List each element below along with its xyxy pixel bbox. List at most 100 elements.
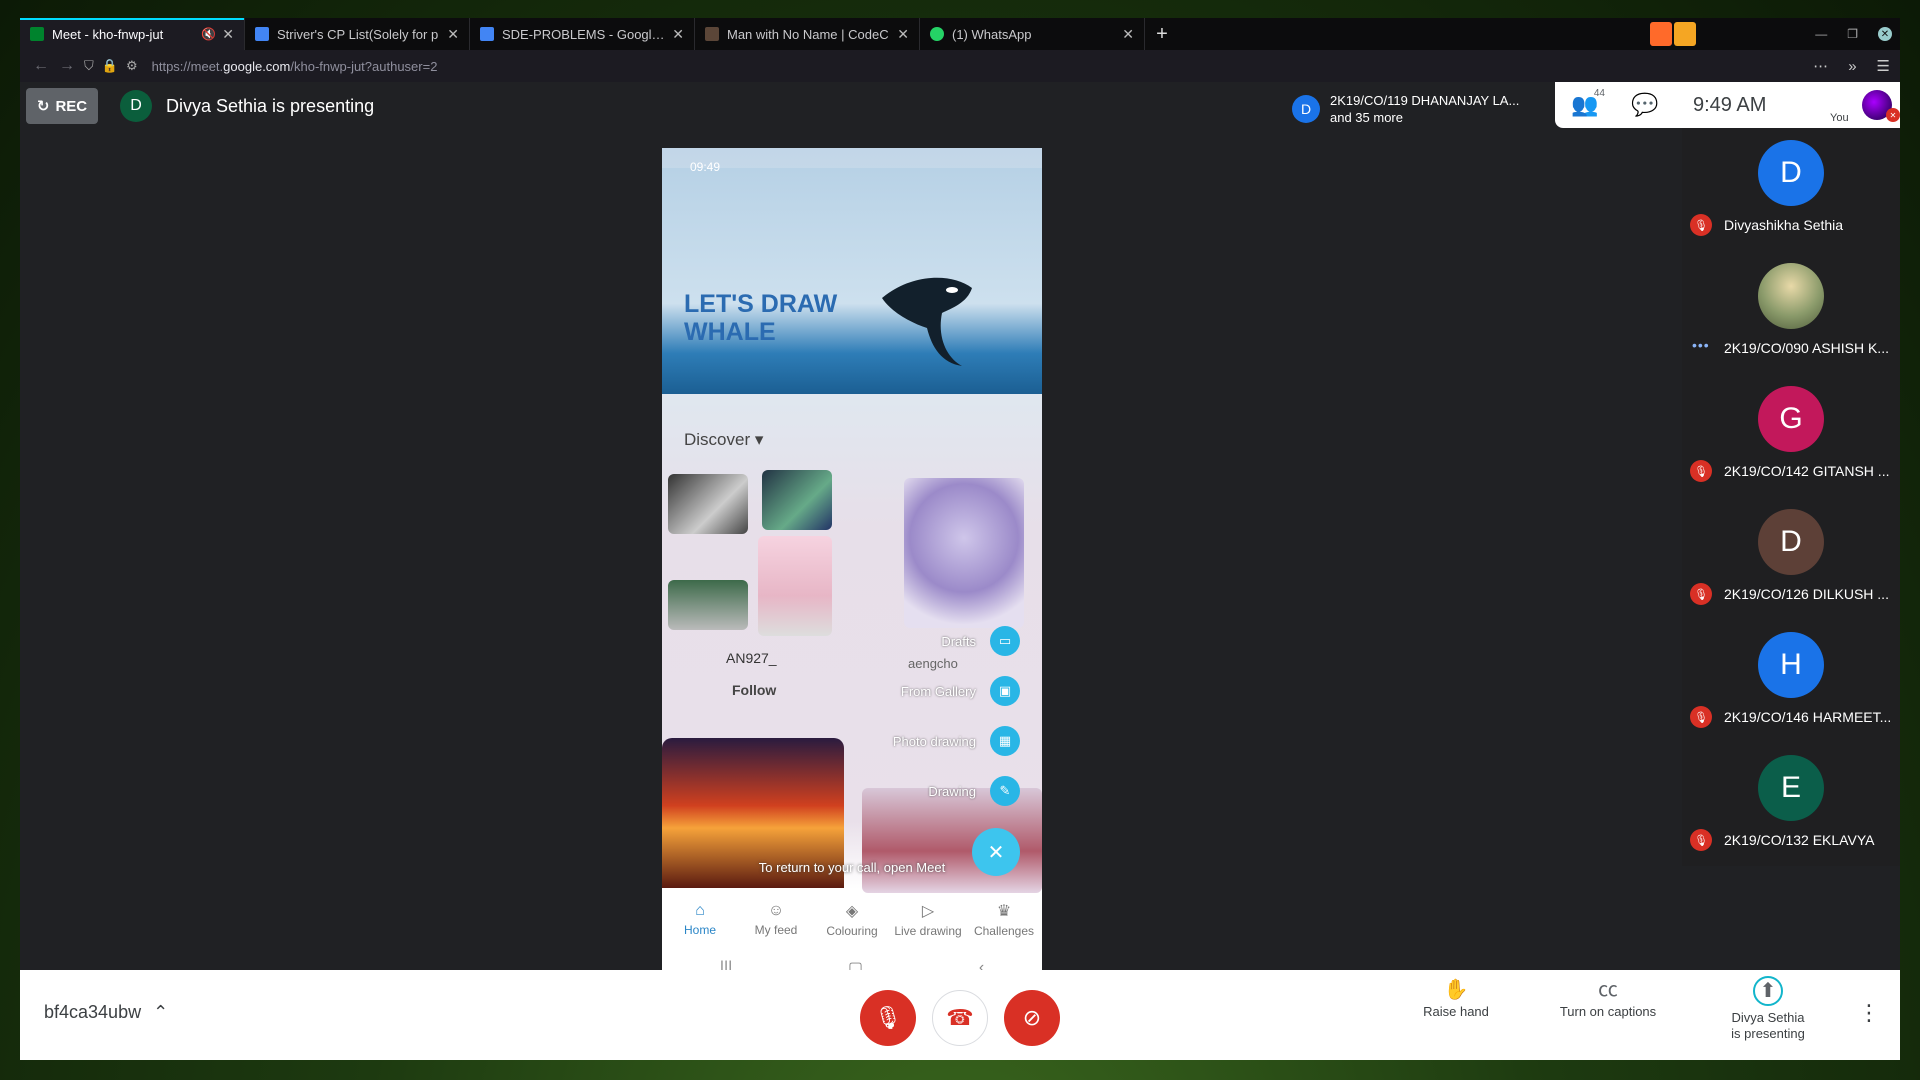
- mic-off-icon: 🎙: [1690, 214, 1712, 236]
- camera-sharing-icon[interactable]: [1650, 22, 1672, 46]
- nav-colouring[interactable]: ◈ Colouring: [814, 893, 890, 945]
- nav-home[interactable]: ⌂ Home: [662, 893, 738, 945]
- speaking-indicator-icon: •••: [1692, 337, 1710, 353]
- close-tab-icon[interactable]: ✕: [222, 26, 234, 43]
- raise-hand-button[interactable]: ✋ Raise hand: [1396, 979, 1516, 1020]
- hand-icon: ✋: [1443, 979, 1469, 1001]
- participant-avatar: G: [1758, 386, 1824, 452]
- tab-title: SDE-PROBLEMS - Google D: [502, 26, 667, 42]
- mute-tab-icon[interactable]: 🔇: [201, 27, 216, 41]
- tab-strivers-list[interactable]: Striver's CP List(Solely for p ✕: [245, 18, 470, 50]
- participant-name: 2K19/CO/146 HARMEET...: [1724, 709, 1892, 725]
- presenting-line1: Divya Sethia: [1731, 1010, 1805, 1025]
- tab-whatsapp[interactable]: (1) WhatsApp ✕: [920, 18, 1145, 50]
- presenting-text: Divya Sethia is presenting: [166, 95, 375, 116]
- camera-off-icon: ⊘: [1022, 1005, 1042, 1030]
- artwork-thumbnail[interactable]: [668, 474, 748, 534]
- close-tab-icon[interactable]: ✕: [1122, 26, 1134, 43]
- mic-off-icon: 🎙: [1690, 706, 1712, 728]
- fab-photo-drawing[interactable]: Photo drawing ▦: [893, 726, 1020, 756]
- new-tab-button[interactable]: +: [1145, 18, 1179, 50]
- participant-tile[interactable]: D 🎙 Divyashikha Sethia: [1682, 128, 1900, 251]
- nav-live-drawing[interactable]: ▷ Live drawing: [890, 893, 966, 945]
- tab-title: (1) WhatsApp: [952, 26, 1032, 42]
- more-options-icon[interactable]: ⋮: [1858, 1000, 1880, 1026]
- second-artist-username[interactable]: aengcho: [908, 656, 958, 671]
- mic-sharing-icon[interactable]: [1674, 22, 1696, 46]
- participant-tile[interactable]: G 🎙 2K19/CO/142 GITANSH ...: [1682, 374, 1900, 497]
- chat-icon: 💬: [1631, 92, 1659, 117]
- phone-status-bar: 09:49: [690, 160, 720, 174]
- docs-favicon-icon: [480, 27, 494, 41]
- back-icon[interactable]: ←: [28, 57, 54, 75]
- person-icon: ☺: [767, 901, 785, 919]
- overflow-icon[interactable]: »: [1848, 58, 1856, 75]
- menu-icon[interactable]: ☰: [1877, 57, 1890, 75]
- participant-name: 2K19/CO/126 DILKUSH ...: [1724, 586, 1889, 602]
- chevron-up-icon: ⌃: [153, 1002, 169, 1022]
- participants-chip-line1: 2K19/CO/119 DHANANJAY LA...: [1330, 93, 1520, 108]
- close-tab-icon[interactable]: ✕: [897, 26, 909, 43]
- raise-hand-label: Raise hand: [1423, 1004, 1489, 1019]
- people-count: 44: [1593, 88, 1605, 99]
- close-tab-icon[interactable]: ✕: [447, 26, 459, 43]
- artwork-thumbnail[interactable]: [904, 478, 1024, 628]
- participant-tile[interactable]: D 🎙 2K19/CO/126 DILKUSH ...: [1682, 497, 1900, 620]
- mic-toggle-button[interactable]: 🎙: [860, 990, 916, 1046]
- artwork-thumbnail[interactable]: [668, 580, 748, 630]
- tab-codechef[interactable]: Man with No Name | CodeC ✕: [695, 18, 920, 50]
- leave-call-button[interactable]: ☎: [932, 990, 988, 1046]
- meeting-code: bf4ca34ubw: [44, 1002, 142, 1022]
- meeting-details-button[interactable]: bf4ca34ubw ⌃: [44, 1002, 168, 1023]
- codechef-favicon-icon: [705, 27, 719, 41]
- nav-challenges[interactable]: ♛ Challenges: [966, 893, 1042, 945]
- tab-sde-problems[interactable]: SDE-PROBLEMS - Google D ✕: [470, 18, 695, 50]
- artwork-thumbnail[interactable]: [762, 470, 832, 530]
- folder-icon: ▭: [990, 626, 1020, 656]
- participant-avatar: E: [1758, 755, 1824, 821]
- participant-tiles: D 🎙 Divyashikha Sethia ••• 2K19/CO/090 A…: [1682, 128, 1900, 866]
- participant-tile[interactable]: E 🎙 2K19/CO/132 EKLAVYA: [1682, 743, 1900, 866]
- present-button[interactable]: ⬆ Divya Sethia is presenting: [1708, 976, 1828, 1042]
- permissions-icon[interactable]: ⚙: [126, 58, 138, 74]
- url-path: /kho-fnwp-jut?authuser=2: [290, 58, 438, 74]
- restore-icon[interactable]: ❐: [1847, 27, 1858, 41]
- forward-icon[interactable]: →: [54, 57, 80, 75]
- fab-label: Drafts: [941, 633, 976, 649]
- participant-tile[interactable]: H 🎙 2K19/CO/146 HARMEET...: [1682, 620, 1900, 743]
- promo-banner[interactable]: LET'S DRAW WHALE: [662, 168, 1042, 394]
- more-actions-icon[interactable]: ⋯: [1813, 57, 1828, 75]
- nav-bar: ← → ⛉ 🔒 ⚙ https://meet.google.com/kho-fn…: [20, 50, 1900, 82]
- captions-button[interactable]: ㏄ Turn on captions: [1548, 980, 1668, 1020]
- lock-icon[interactable]: 🔒: [102, 58, 118, 74]
- self-view[interactable]: You ✕: [1830, 86, 1900, 126]
- fab-drawing[interactable]: Drawing ✎: [928, 776, 1020, 806]
- fab-drafts[interactable]: Drafts ▭: [941, 626, 1020, 656]
- close-window-icon[interactable]: ✕: [1878, 27, 1892, 41]
- camera-toggle-button[interactable]: ⊘: [1004, 990, 1060, 1046]
- nav-my-feed[interactable]: ☺ My feed: [738, 893, 814, 945]
- minimize-icon[interactable]: —: [1815, 27, 1827, 41]
- people-button[interactable]: 👥 44: [1555, 88, 1615, 118]
- presenting-line2: is presenting: [1731, 1026, 1805, 1041]
- close-tab-icon[interactable]: ✕: [672, 26, 684, 43]
- fab-label: Photo drawing: [892, 733, 976, 749]
- participant-avatar: D: [1758, 509, 1824, 575]
- participant-tile[interactable]: ••• 2K19/CO/090 ASHISH K...: [1682, 251, 1900, 374]
- follow-button[interactable]: Follow: [732, 682, 776, 698]
- url-bar[interactable]: https://meet.google.com/kho-fnwp-jut?aut…: [152, 59, 438, 74]
- participants-chip[interactable]: D 2K19/CO/119 DHANANJAY LA... and 35 mor…: [1282, 84, 1556, 134]
- nav-right-tools: ⋯ » ☰: [1813, 50, 1890, 82]
- fab-from-gallery[interactable]: From Gallery ▣: [901, 676, 1020, 706]
- discover-dropdown[interactable]: Discover ▾: [684, 430, 763, 450]
- clock: 9:49 AM: [1693, 93, 1767, 116]
- sharing-indicators: [1650, 22, 1696, 46]
- tab-meet[interactable]: Meet - kho-fnwp-jut 🔇 ✕: [20, 18, 245, 50]
- artwork-thumbnail[interactable]: [758, 536, 832, 636]
- self-label: You: [1830, 112, 1849, 124]
- chat-button[interactable]: 💬: [1615, 92, 1675, 118]
- artist-username[interactable]: AN927_: [726, 650, 777, 666]
- shield-icon[interactable]: ⛉: [84, 58, 94, 74]
- mic-off-icon: 🎙: [1690, 829, 1712, 851]
- self-muted-icon: ✕: [1886, 108, 1900, 122]
